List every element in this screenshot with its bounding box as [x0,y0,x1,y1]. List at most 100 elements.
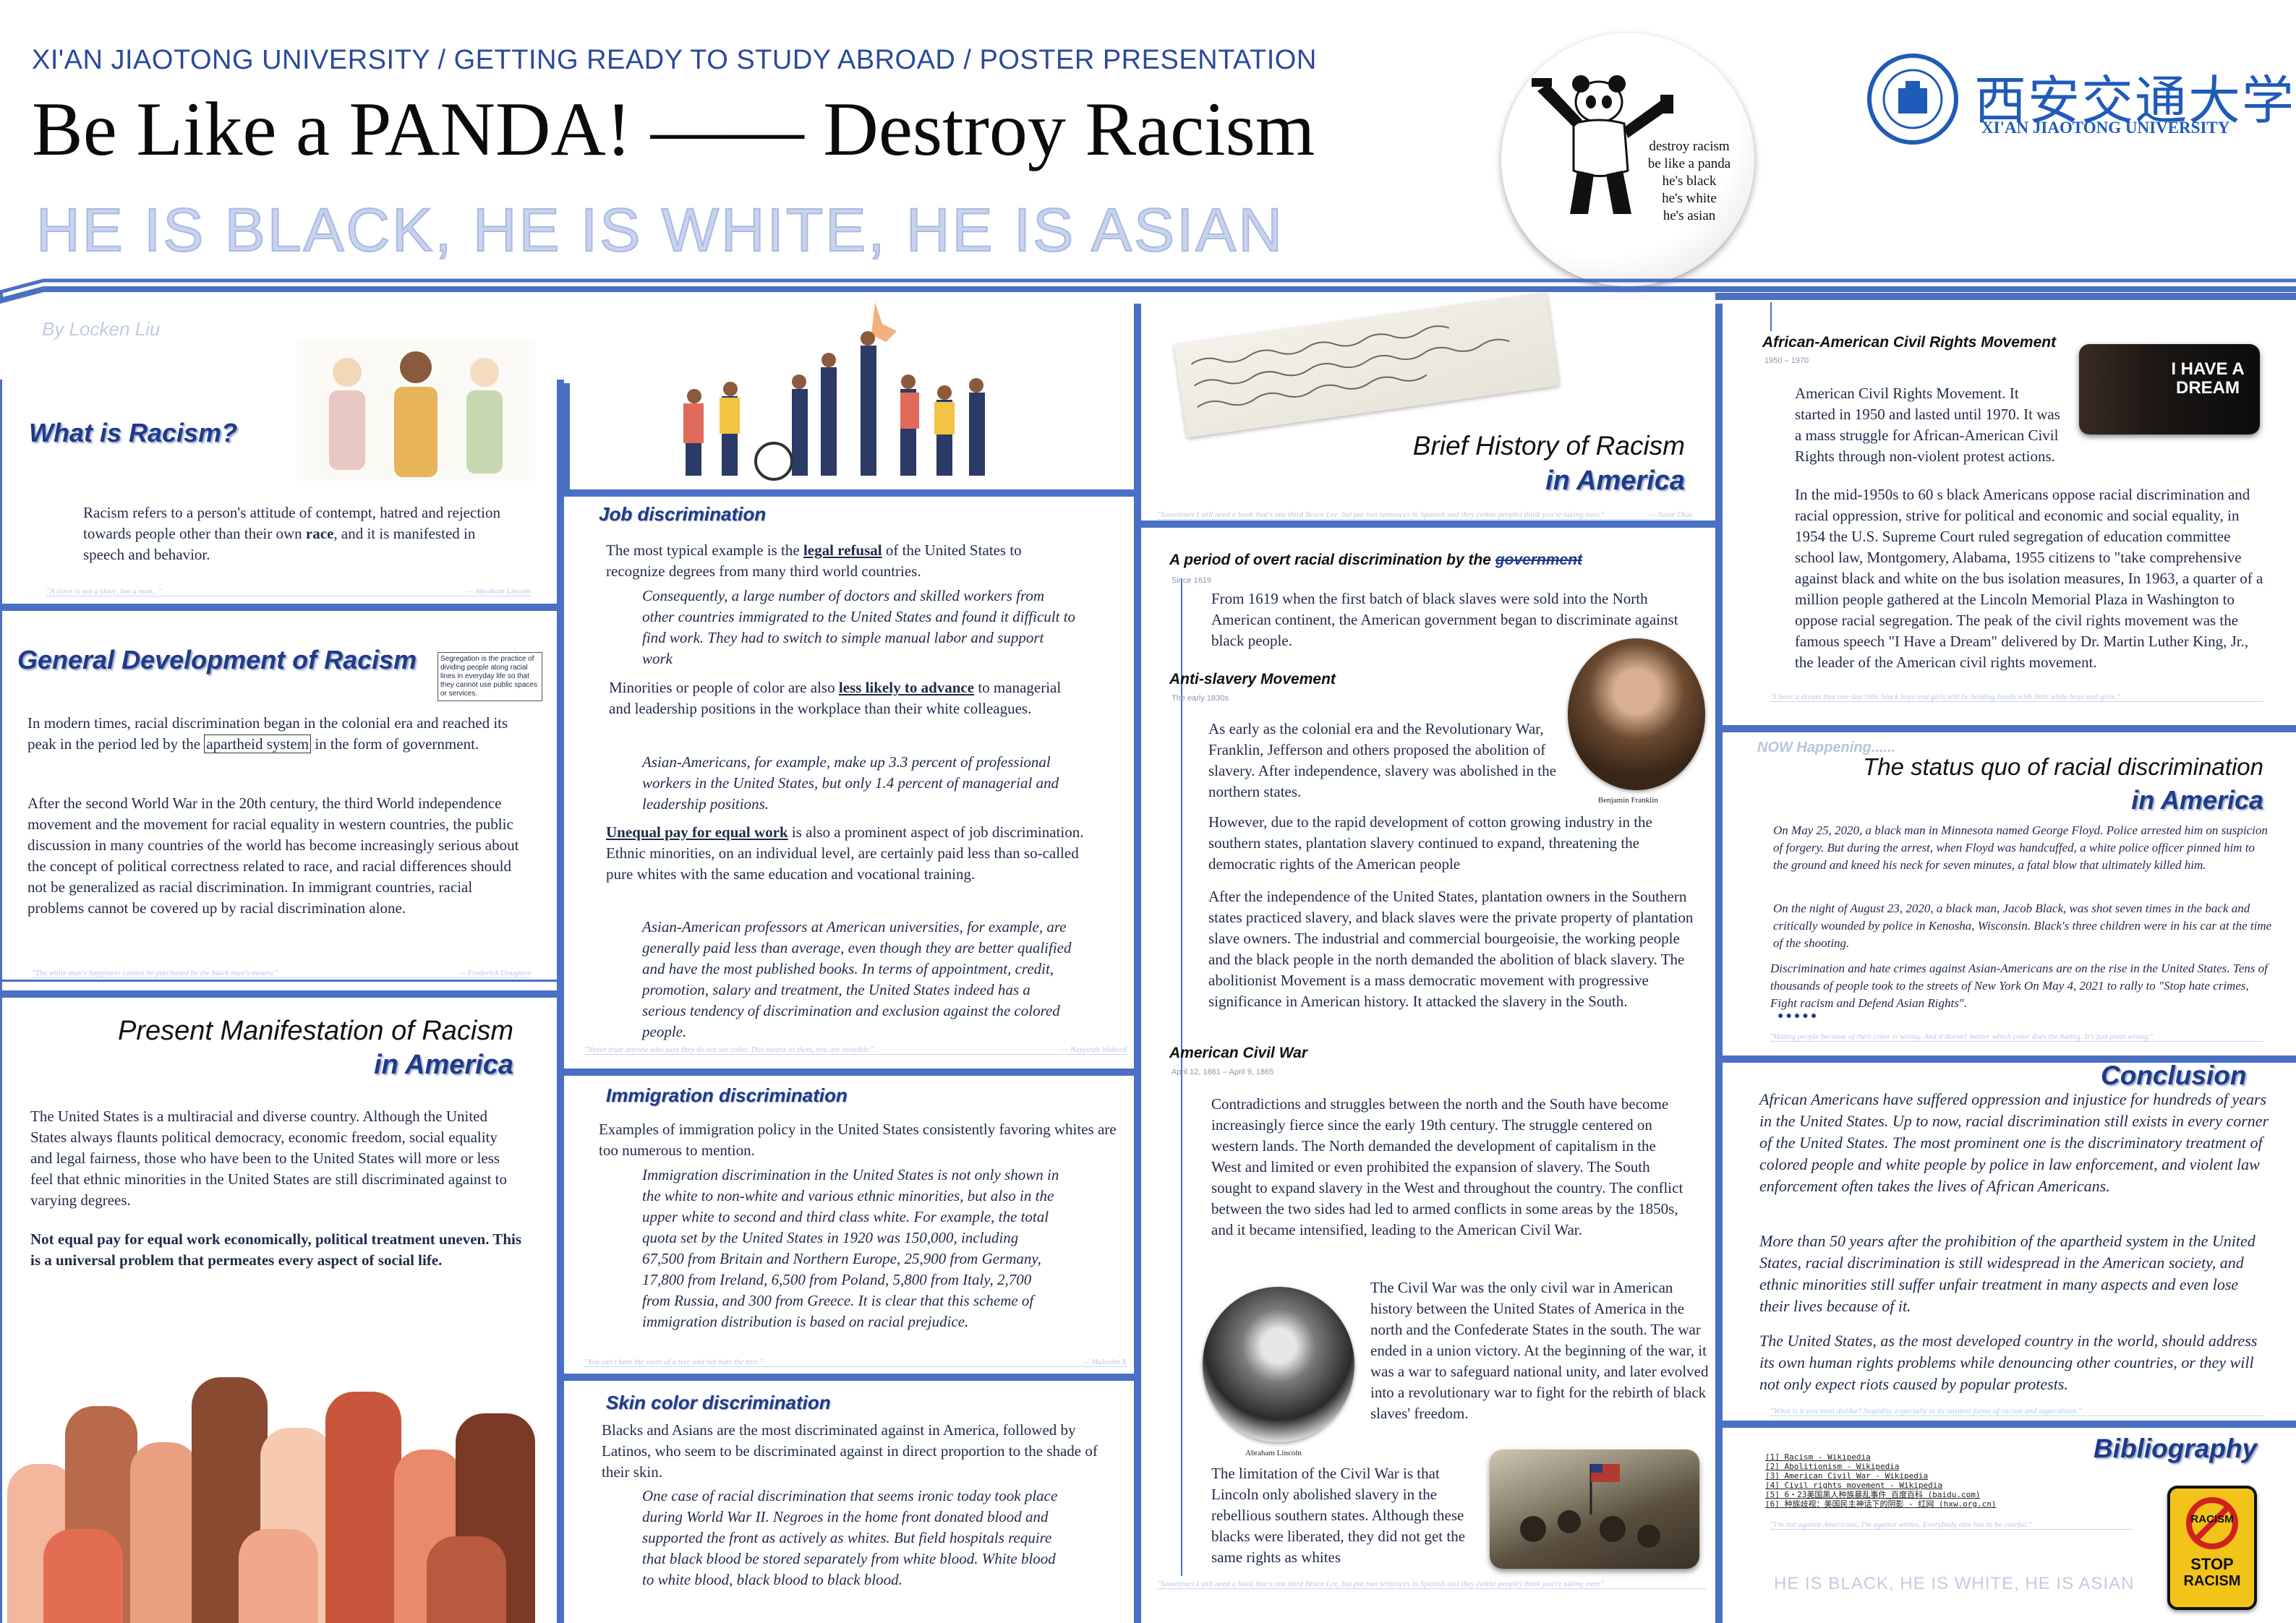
general-p1: In modern times, racial discrimination b… [27,714,508,753]
conclusion-p3: The United States, as the most developed… [1759,1332,2258,1393]
col4-arrow [1770,302,1772,331]
frame-col1-a [0,604,560,611]
job-quote: "Never trust anyone who says they do not… [584,1045,1127,1055]
header-divider [0,278,2296,304]
segregation-note: Segregation is the practice of dividing … [438,652,542,701]
general-title: General Development of Racism [17,645,417,675]
stop-word: STOP [2190,1555,2234,1573]
status-dots: ●●●●● [1778,1011,1819,1022]
bibliography-list: [1] Racism - Wikipedia [2] Abolitionism … [1765,1452,1996,1509]
stop-racism-sign: RACISM STOP RACISM [2167,1486,2257,1610]
period-body: From 1619 when the first batch of black … [1211,590,1678,649]
timeline-rail [1181,578,1182,1576]
frame-col1-c [0,980,560,982]
bib-item[interactable]: [5] 6・23美国黑人种族暴乱事件_百度百科 (baidu.com) [1765,1490,1996,1499]
immigration-title: Immigration discrimination [606,1084,848,1106]
general-quote: "The white man's happiness cannot be pur… [32,969,531,978]
skin-p1: Blacks and Asians are the most discrimin… [602,1421,1098,1481]
university-seal-icon [1867,53,1958,145]
franklin-caption: Benjamin Franklin [1598,796,1658,805]
civil-rights-quote: "I have a dream that one day little blac… [1770,693,2263,702]
racism-word: RACISM [2183,1573,2241,1589]
university-logo: 西安交通大学 XI'AN JIAOTONG UNIVERSITY [1866,52,2294,146]
war-p1: Contradictions and struggles between the… [1211,1095,1683,1238]
job-p3: Unequal pay for equal work is also a pro… [606,823,1084,883]
status-p3: Discrimination and hate crimes against A… [1770,962,2268,1010]
civil-war-painting [1490,1449,1699,1569]
frame-col2-left [563,383,570,492]
raised-fists-illustration [0,1363,558,1623]
civil-rights-title: African-American Civil Rights Movement [1762,334,2057,351]
period-title: A period of overt racial discrimination … [1169,552,1583,568]
conclusion-title: Conclusion [2101,1061,2247,1090]
footer-tagline: HE IS BLACK, HE IS WHITE, HE IS ASIAN [1774,1574,2135,1593]
present-p2: Not equal pay for equal work economicall… [30,1230,522,1269]
bib-item[interactable]: [6] 种族歧视：美国民主神话下的阴影 - 红网 (hxw.org.cn) [1765,1499,1996,1509]
war-p2: The Civil War was the only civil war in … [1370,1279,1709,1422]
war-title: American Civil War [1169,1045,1308,1061]
frame-col2-right [1134,304,1141,1623]
dream-text: I HAVE A DREAM [2171,359,2245,398]
frame-col3-a [1141,521,1720,528]
history-quote: "Sometimes I still need a book that's on… [1157,510,1692,520]
skin-i1: One case of racial discrimination that s… [642,1487,1058,1588]
what-is-title: What is Racism? [29,418,238,447]
period-date: Since 1619 [1172,576,1212,585]
frame-col4-a [1721,725,2296,732]
stop-top-text: RACISM [2190,1513,2234,1525]
frame-top-right [1715,293,2296,300]
conclusion-p1: African Americans have suffered oppressi… [1759,1090,2269,1195]
women-illustration [296,340,535,481]
present-title: Present Manifestation of Racism in Ameri… [117,1016,513,1080]
job-title: Job discrimination [599,503,767,525]
poster-subtitle: HE IS BLACK, HE IS WHITE, HE IS ASIAN [35,195,1285,265]
immigration-i1: Immigration discrimination in the United… [642,1166,1059,1330]
bib-item[interactable]: [2] Abolitionism - Wikipedia [1765,1462,1996,1471]
conclusion-p2: More than 50 years after the prohibition… [1759,1232,2256,1315]
panda-badge: destroy racism be like a panda he's blac… [1501,33,1754,286]
anti-title: Anti-slavery Movement [1169,671,1336,688]
manuscript-image [1174,292,1560,438]
job-p2: Minorities or people of color are also l… [609,679,1062,717]
job-i2: Asian-Americans, for example, make up 3.… [642,753,1059,813]
immigration-p1: Examples of immigration policy in the Un… [599,1121,1117,1159]
anti-p3: After the independence of the United Sta… [1208,888,1694,1010]
job-i1: Consequently, a large number of doctors … [642,587,1076,667]
frame-col4-c [1721,1421,2296,1428]
what-is-body: Racism refers to a person's attitude of … [83,504,500,563]
frame-col2-b [560,1069,1135,1076]
civil-rights-date: 1950 – 1970 [1764,356,1809,365]
franklin-portrait [1568,638,1705,790]
lincoln-portrait [1203,1287,1354,1442]
anti-p1: As early as the colonial era and the Rev… [1208,720,1556,800]
civil-rights-p1: American Civil Rights Movement. It start… [1795,385,2060,465]
history-title: Brief History of Racism in America [1412,431,1685,496]
war-date: April 12, 1861 – April 9, 1865 [1172,1068,1274,1076]
skin-title: Skin color discrimination [606,1392,831,1413]
bibliography-quote: "I'm not against Americans, I'm against … [1770,1520,2132,1530]
civil-rights-p2: In the mid-1950s to 60 s black Americans… [1795,486,2263,671]
badge-text: destroy racism be like a panda he's blac… [1647,139,1731,223]
what-is-quote: "A slave is not a slave, but a man..." — … [46,587,531,596]
status-quote: "Hating people because of their color is… [1770,1032,2263,1042]
bib-item[interactable]: [3] American Civil War - Wikipedia [1765,1471,1996,1481]
status-title: The status quo of racial discrimination … [1863,753,2263,815]
frame-col2-a [560,489,1135,497]
status-p2: On the night of August 23, 2020, a black… [1773,902,2272,950]
anti-p2: However, due to the rapid development of… [1208,813,1652,873]
conclusion-quote: "What is it you most dislike? Stupidity,… [1770,1407,2263,1416]
dream-image: I HAVE A DREAM [2079,344,2260,434]
frame-col2-c [560,1374,1135,1381]
status-p1: On May 25, 2020, a black man in Minnesot… [1773,823,2268,872]
bib-item[interactable]: [1] Racism - Wikipedia [1765,1452,1996,1462]
bib-item[interactable]: [4] Civil rights movement - Wikipedia [1765,1481,1996,1490]
job-p1: The most typical example is the legal re… [606,541,1022,580]
poster-title: Be Like a PANDA! —— Destroy Racism [32,87,1315,171]
present-p1: The United States is a multiracial and d… [30,1108,507,1209]
lincoln-caption: Abraham Lincoln [1245,1449,1302,1457]
anti-date: The early 1830s [1172,694,1229,703]
history-bottom-quote: "Sometimes I still need a book that's on… [1157,1580,1707,1589]
job-i3: Asian-American professors at American un… [642,918,1072,1040]
logo-en: XI'AN JIAOTONG UNIVERSITY [1981,119,2230,137]
war-p3: The limitation of the Civil War is that … [1211,1465,1466,1566]
